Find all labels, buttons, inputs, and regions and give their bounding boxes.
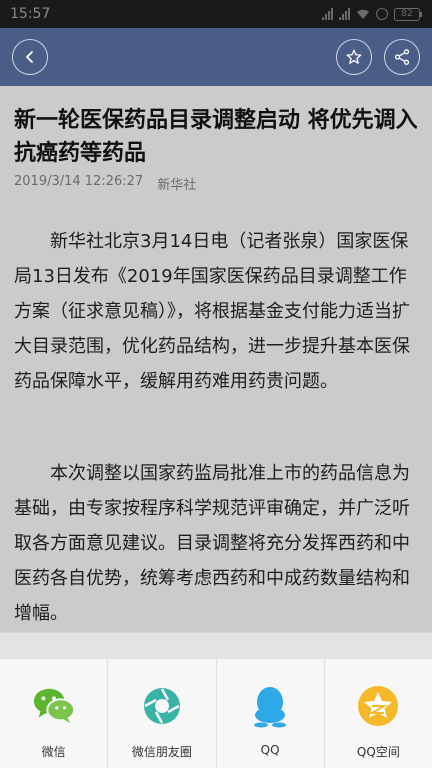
share-option-wechat[interactable]: 微信 [0,659,109,768]
battery-level: 82 [394,7,420,21]
favorite-button[interactable] [336,39,372,75]
star-icon [346,49,362,64]
article-meta: 2019/3/14 12:26:27 新华社 [14,174,196,193]
share-option-qzone[interactable]: QQ空间 [325,659,432,768]
share-option-moments[interactable]: 微信朋友圈 [108,659,217,768]
status-time: 15:57 [10,6,51,22]
share-label-wechat: 微信 [41,745,66,759]
wechat-icon [31,683,77,729]
battery-icon: 82 [394,7,422,21]
share-options: 微信 微信朋友圈 QQ QQ空间 [0,659,432,768]
article-title: 新一轮医保药品目录调整启动 将优先调入抗癌药等药品 [14,108,418,166]
share-option-qq[interactable]: QQ [217,659,325,768]
qq-icon [247,683,293,729]
share-icon [394,49,410,65]
signal-icon [322,8,333,20]
share-sheet-top [0,633,432,659]
status-bar: 15:57 82 [0,0,432,28]
article-paragraph: 新华社北京3月14日电（记者张泉）国家医保局13日发布《2019年国家医保药品目… [14,231,410,392]
moments-icon [139,683,185,729]
wifi-icon [357,9,369,19]
alarm-icon [376,8,388,20]
share-label-moments: 微信朋友圈 [131,745,192,759]
back-button[interactable] [12,39,48,75]
article-paragraph: 本次调整以国家药监局批准上市的药品信息为基础，由专家按程序科学规范评审确定，并广… [14,463,410,624]
article-content: 新一轮医保药品目录调整启动 将优先调入抗癌药等药品 2019/3/14 12:2… [0,86,432,632]
nav-bar [0,28,432,86]
article-datetime: 2019/3/14 12:26:27 [14,174,144,189]
status-icons: 82 [322,7,422,21]
share-sheet: 微信 微信朋友圈 QQ QQ空间 [0,632,432,768]
chevron-left-icon [26,51,33,63]
qzone-icon [355,683,401,729]
share-button[interactable] [384,39,420,75]
share-label-qq: QQ [260,743,280,757]
article-source: 新华社 [157,178,197,193]
share-label-qzone: QQ空间 [356,745,400,759]
signal-icon-2 [339,8,350,20]
